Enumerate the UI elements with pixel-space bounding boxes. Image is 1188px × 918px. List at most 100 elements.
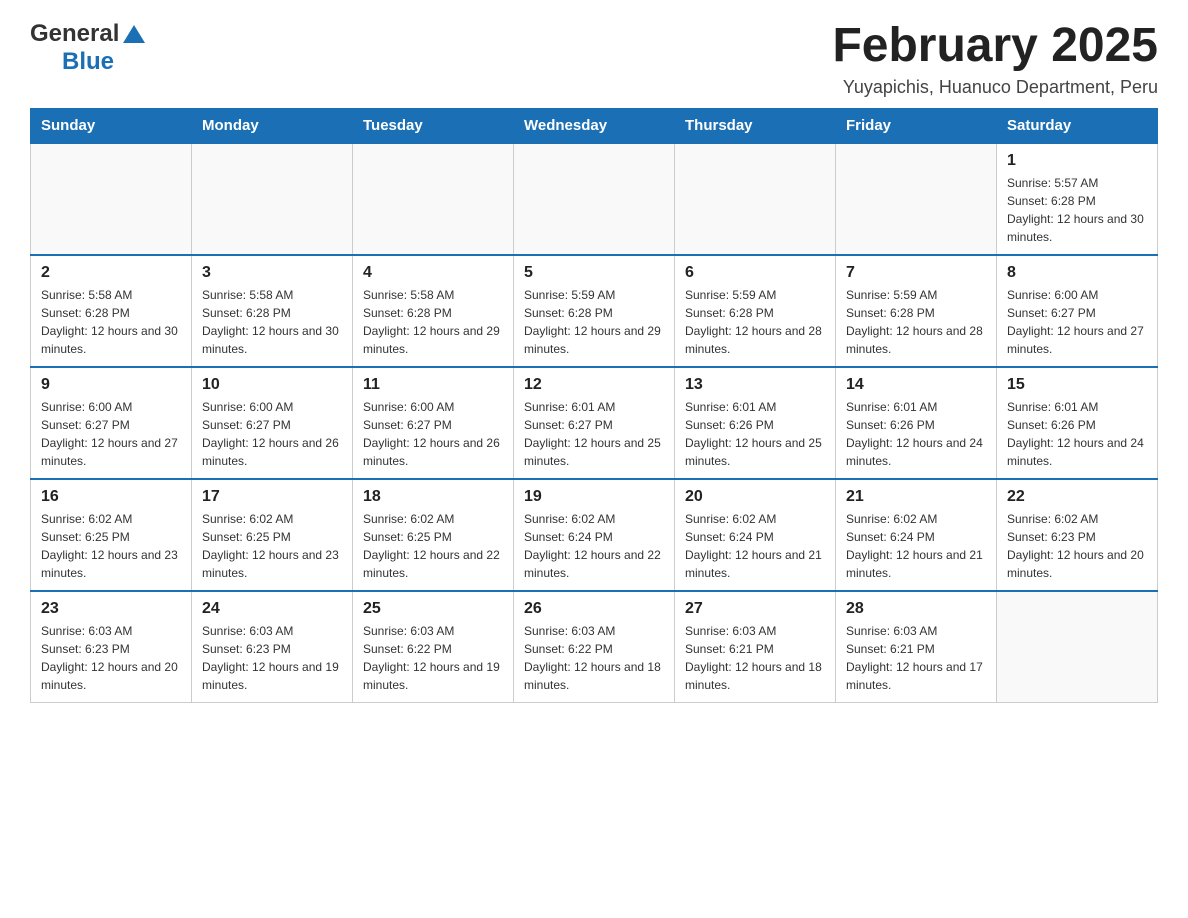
calendar-header-row: Sunday Monday Tuesday Wednesday Thursday… [31, 108, 1158, 143]
table-row: 18 Sunrise: 6:02 AMSunset: 6:25 PMDayligh… [353, 479, 514, 591]
day-number: 22 [1007, 488, 1147, 506]
day-info: Sunrise: 6:03 AMSunset: 6:21 PMDaylight:… [685, 622, 825, 694]
calendar-table: Sunday Monday Tuesday Wednesday Thursday… [30, 108, 1158, 703]
day-info: Sunrise: 6:03 AMSunset: 6:22 PMDaylight:… [363, 622, 503, 694]
day-info: Sunrise: 6:02 AMSunset: 6:24 PMDaylight:… [846, 510, 986, 582]
day-number: 3 [202, 264, 342, 282]
day-number: 28 [846, 600, 986, 618]
day-info: Sunrise: 6:02 AMSunset: 6:25 PMDaylight:… [41, 510, 181, 582]
day-number: 20 [685, 488, 825, 506]
col-thursday: Thursday [675, 108, 836, 143]
table-row: 14 Sunrise: 6:01 AMSunset: 6:26 PMDayligh… [836, 367, 997, 479]
day-number: 1 [1007, 152, 1147, 170]
day-number: 18 [363, 488, 503, 506]
table-row: 17 Sunrise: 6:02 AMSunset: 6:25 PMDayligh… [192, 479, 353, 591]
table-row [675, 143, 836, 255]
logo-general-text: General [30, 20, 119, 48]
day-info: Sunrise: 6:03 AMSunset: 6:23 PMDaylight:… [41, 622, 181, 694]
day-number: 12 [524, 376, 664, 394]
col-sunday: Sunday [31, 108, 192, 143]
table-row: 1 Sunrise: 5:57 AMSunset: 6:28 PMDaylight… [997, 143, 1158, 255]
day-number: 14 [846, 376, 986, 394]
day-number: 11 [363, 376, 503, 394]
table-row: 15Sunrise: 6:01 AMSunset: 6:26 PMDayligh… [997, 367, 1158, 479]
day-number: 6 [685, 264, 825, 282]
day-info: Sunrise: 5:58 AMSunset: 6:28 PMDaylight:… [41, 286, 181, 358]
day-info: Sunrise: 5:59 AMSunset: 6:28 PMDaylight:… [685, 286, 825, 358]
day-info: Sunrise: 6:00 AMSunset: 6:27 PMDaylight:… [41, 398, 181, 470]
calendar-week-row: 9 Sunrise: 6:00 AMSunset: 6:27 PMDaylight… [31, 367, 1158, 479]
day-info: Sunrise: 6:01 AMSunset: 6:27 PMDaylight:… [524, 398, 664, 470]
day-info: Sunrise: 5:57 AMSunset: 6:28 PMDaylight:… [1007, 174, 1147, 246]
table-row: 27Sunrise: 6:03 AMSunset: 6:21 PMDayligh… [675, 591, 836, 703]
table-row: 9 Sunrise: 6:00 AMSunset: 6:27 PMDaylight… [31, 367, 192, 479]
day-number: 9 [41, 376, 181, 394]
table-row: 25 Sunrise: 6:03 AMSunset: 6:22 PMDayligh… [353, 591, 514, 703]
table-row: 19Sunrise: 6:02 AMSunset: 6:24 PMDayligh… [514, 479, 675, 591]
day-info: Sunrise: 6:03 AMSunset: 6:23 PMDaylight:… [202, 622, 342, 694]
col-friday: Friday [836, 108, 997, 143]
table-row: 24 Sunrise: 6:03 AMSunset: 6:23 PMDayligh… [192, 591, 353, 703]
day-number: 2 [41, 264, 181, 282]
table-row: 4 Sunrise: 5:58 AMSunset: 6:28 PMDaylight… [353, 255, 514, 367]
day-info: Sunrise: 5:59 AMSunset: 6:28 PMDaylight:… [524, 286, 664, 358]
calendar-week-row: 23Sunrise: 6:03 AMSunset: 6:23 PMDayligh… [31, 591, 1158, 703]
day-info: Sunrise: 6:00 AMSunset: 6:27 PMDaylight:… [202, 398, 342, 470]
table-row: 20 Sunrise: 6:02 AMSunset: 6:24 PMDayligh… [675, 479, 836, 591]
table-row [836, 143, 997, 255]
table-row: 6 Sunrise: 5:59 AMSunset: 6:28 PMDaylight… [675, 255, 836, 367]
day-info: Sunrise: 6:02 AMSunset: 6:24 PMDaylight:… [524, 510, 664, 582]
day-number: 8 [1007, 264, 1147, 282]
table-row: 2 Sunrise: 5:58 AMSunset: 6:28 PMDaylight… [31, 255, 192, 367]
col-wednesday: Wednesday [514, 108, 675, 143]
col-saturday: Saturday [997, 108, 1158, 143]
table-row: 21 Sunrise: 6:02 AMSunset: 6:24 PMDayligh… [836, 479, 997, 591]
table-row [192, 143, 353, 255]
day-number: 24 [202, 600, 342, 618]
day-info: Sunrise: 6:01 AMSunset: 6:26 PMDaylight:… [846, 398, 986, 470]
day-info: Sunrise: 6:02 AMSunset: 6:25 PMDaylight:… [202, 510, 342, 582]
location-text: Yuyapichis, Huanuco Department, Peru [832, 77, 1158, 98]
day-info: Sunrise: 5:58 AMSunset: 6:28 PMDaylight:… [202, 286, 342, 358]
day-info: Sunrise: 5:58 AMSunset: 6:28 PMDaylight:… [363, 286, 503, 358]
table-row: 22 Sunrise: 6:02 AMSunset: 6:23 PMDayligh… [997, 479, 1158, 591]
table-row: 23Sunrise: 6:03 AMSunset: 6:23 PMDayligh… [31, 591, 192, 703]
logo-triangle-icon [121, 21, 147, 47]
day-info: Sunrise: 6:02 AMSunset: 6:23 PMDaylight:… [1007, 510, 1147, 582]
day-info: Sunrise: 6:03 AMSunset: 6:22 PMDaylight:… [524, 622, 664, 694]
title-area: February 2025 Yuyapichis, Huanuco Depart… [832, 20, 1158, 98]
day-number: 17 [202, 488, 342, 506]
day-number: 26 [524, 600, 664, 618]
day-number: 7 [846, 264, 986, 282]
day-number: 25 [363, 600, 503, 618]
table-row: 10Sunrise: 6:00 AMSunset: 6:27 PMDayligh… [192, 367, 353, 479]
table-row [514, 143, 675, 255]
day-number: 15 [1007, 376, 1147, 394]
table-row: 11Sunrise: 6:00 AMSunset: 6:27 PMDayligh… [353, 367, 514, 479]
day-info: Sunrise: 5:59 AMSunset: 6:28 PMDaylight:… [846, 286, 986, 358]
col-monday: Monday [192, 108, 353, 143]
table-row [997, 591, 1158, 703]
logo-blue-text: Blue [62, 48, 114, 76]
table-row: 3 Sunrise: 5:58 AMSunset: 6:28 PMDaylight… [192, 255, 353, 367]
day-info: Sunrise: 6:00 AMSunset: 6:27 PMDaylight:… [1007, 286, 1147, 358]
table-row [31, 143, 192, 255]
day-number: 21 [846, 488, 986, 506]
day-number: 4 [363, 264, 503, 282]
table-row: 7 Sunrise: 5:59 AMSunset: 6:28 PMDaylight… [836, 255, 997, 367]
logo: General Blue [30, 20, 147, 76]
calendar-week-row: 1 Sunrise: 5:57 AMSunset: 6:28 PMDaylight… [31, 143, 1158, 255]
table-row: 28 Sunrise: 6:03 AMSunset: 6:21 PMDayligh… [836, 591, 997, 703]
day-info: Sunrise: 6:01 AMSunset: 6:26 PMDaylight:… [685, 398, 825, 470]
table-row [353, 143, 514, 255]
day-number: 5 [524, 264, 664, 282]
day-info: Sunrise: 6:02 AMSunset: 6:24 PMDaylight:… [685, 510, 825, 582]
table-row: 16Sunrise: 6:02 AMSunset: 6:25 PMDayligh… [31, 479, 192, 591]
month-title: February 2025 [832, 20, 1158, 73]
table-row: 12 Sunrise: 6:01 AMSunset: 6:27 PMDayligh… [514, 367, 675, 479]
table-row: 8 Sunrise: 6:00 AMSunset: 6:27 PMDaylight… [997, 255, 1158, 367]
day-info: Sunrise: 6:02 AMSunset: 6:25 PMDaylight:… [363, 510, 503, 582]
page-header: General Blue February 2025 Yuyapichis, H… [30, 20, 1158, 98]
calendar-week-row: 2 Sunrise: 5:58 AMSunset: 6:28 PMDaylight… [31, 255, 1158, 367]
day-info: Sunrise: 6:03 AMSunset: 6:21 PMDaylight:… [846, 622, 986, 694]
